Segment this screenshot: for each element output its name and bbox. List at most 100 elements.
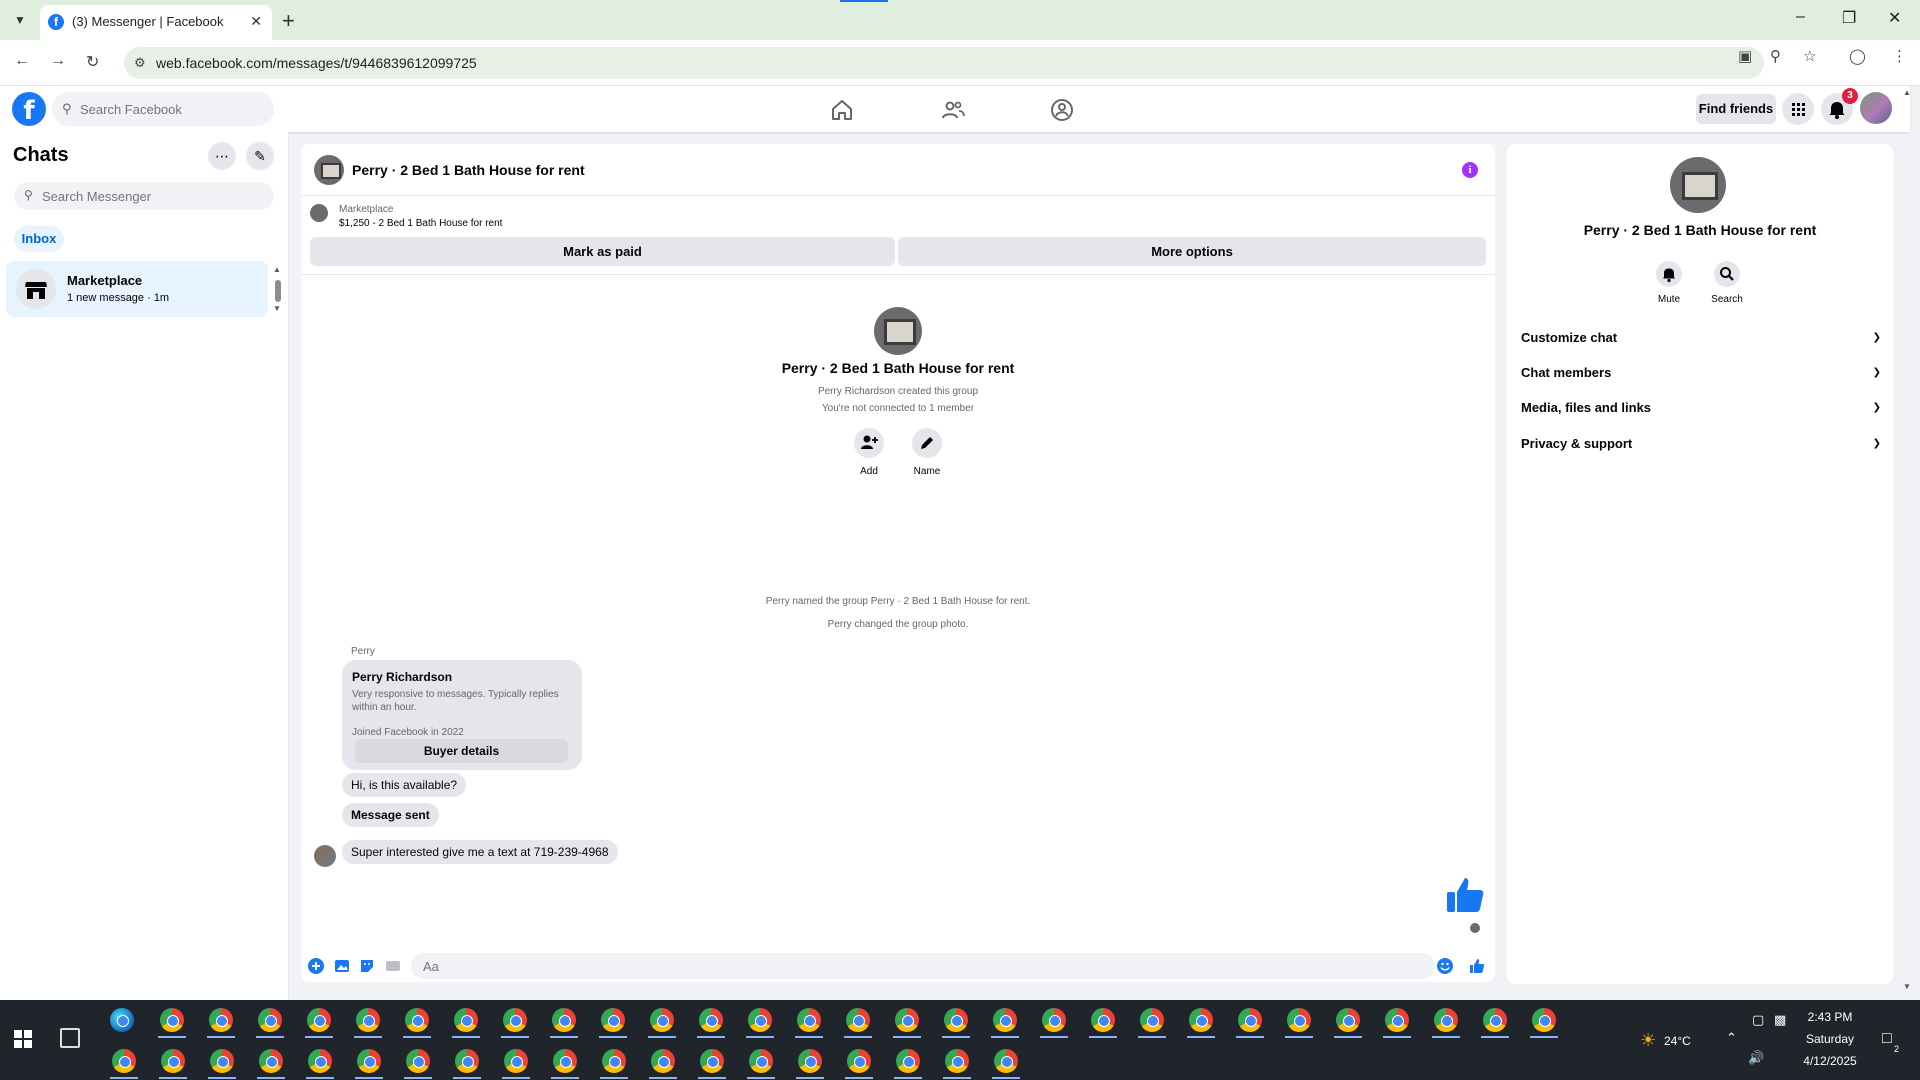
temperature[interactable]: 24°C bbox=[1664, 1034, 1691, 1048]
chrome-profile-icon[interactable] bbox=[748, 1008, 772, 1032]
messenger-search-input[interactable] bbox=[42, 187, 262, 205]
chrome-profile-icon[interactable] bbox=[896, 1049, 920, 1073]
chrome-profile-icon[interactable] bbox=[504, 1049, 528, 1073]
chrome-profile-icon[interactable] bbox=[797, 1008, 821, 1032]
chrome-profile-icon[interactable] bbox=[1532, 1008, 1556, 1032]
chrome-profile-icon[interactable] bbox=[847, 1049, 871, 1073]
windows-start-icon[interactable] bbox=[14, 1030, 32, 1048]
menu-button[interactable] bbox=[1782, 93, 1814, 125]
chrome-profile-icon[interactable] bbox=[258, 1008, 282, 1032]
chrome-profile-icon[interactable] bbox=[1189, 1008, 1213, 1032]
media-files-links-section[interactable]: Media, files and links ❯ bbox=[1521, 396, 1881, 420]
message-bubble[interactable]: Super interested give me a text at 719-2… bbox=[342, 840, 618, 864]
chrome-profile-icon[interactable] bbox=[601, 1008, 625, 1032]
home-icon[interactable] bbox=[830, 98, 854, 122]
customize-chat-section[interactable]: Customize chat ❯ bbox=[1521, 326, 1881, 350]
groups-icon[interactable] bbox=[1050, 98, 1074, 122]
send-like-icon[interactable] bbox=[1469, 958, 1485, 974]
scroll-up-arrow-icon[interactable]: ▲ bbox=[273, 265, 281, 274]
mute-button[interactable] bbox=[1656, 261, 1682, 287]
facebook-logo-icon[interactable]: f bbox=[12, 92, 46, 126]
gif-icon[interactable] bbox=[385, 958, 401, 974]
chrome-profile-icon[interactable] bbox=[749, 1049, 773, 1073]
chrome-profile-icon[interactable] bbox=[455, 1049, 479, 1073]
chrome-profile-icon[interactable] bbox=[1336, 1008, 1360, 1032]
inbox-filter-tab[interactable]: Inbox bbox=[14, 226, 64, 252]
chrome-profile-icon[interactable] bbox=[1483, 1008, 1507, 1032]
new-message-button[interactable]: ✎ bbox=[246, 142, 274, 170]
friends-icon[interactable] bbox=[941, 98, 965, 122]
chrome-profile-icon[interactable] bbox=[454, 1008, 478, 1032]
profile-icon[interactable]: ◯ bbox=[1849, 47, 1866, 65]
url-omnibox[interactable]: ⚙ web.facebook.com/messages/t/9446839612… bbox=[124, 47, 1764, 79]
chrome-profile-icon[interactable] bbox=[1091, 1008, 1115, 1032]
message-bubble[interactable]: Message sent bbox=[342, 803, 439, 827]
chrome-profile-icon[interactable] bbox=[700, 1049, 724, 1073]
chrome-profile-icon[interactable] bbox=[357, 1049, 381, 1073]
minimize-button[interactable]: – bbox=[1796, 8, 1805, 26]
buyer-details-button[interactable]: Buyer details bbox=[355, 739, 568, 763]
notification-center-icon[interactable]: □ bbox=[1882, 1030, 1892, 1048]
page-scroll-down-icon[interactable]: ▼ bbox=[1903, 982, 1911, 991]
more-options-button[interactable]: More options bbox=[898, 237, 1486, 266]
emoji-icon[interactable] bbox=[1437, 958, 1453, 974]
chrome-profile-icon[interactable] bbox=[160, 1008, 184, 1032]
group-avatar[interactable] bbox=[314, 155, 344, 185]
bookmark-star-icon[interactable]: ☆ bbox=[1803, 47, 1816, 65]
listing-title[interactable]: $1,250 - 2 Bed 1 Bath House for rent bbox=[339, 218, 502, 229]
search-in-chat-button[interactable] bbox=[1714, 261, 1740, 287]
messenger-search[interactable]: ⚲ bbox=[14, 182, 274, 210]
chrome-profile-icon[interactable] bbox=[356, 1008, 380, 1032]
chrome-profile-icon[interactable] bbox=[210, 1049, 234, 1073]
browser-tab[interactable]: f (3) Messenger | Facebook ✕ bbox=[40, 5, 272, 40]
photo-icon[interactable] bbox=[334, 958, 350, 974]
clock-date[interactable]: 4/12/2025 bbox=[1800, 1054, 1860, 1068]
zoom-icon[interactable]: ⚲ bbox=[1770, 47, 1781, 65]
chrome-profile-icon[interactable] bbox=[308, 1049, 332, 1073]
chrome-profile-icon[interactable] bbox=[553, 1049, 577, 1073]
message-bubble[interactable]: Hi, is this available? bbox=[342, 773, 467, 797]
chrome-profile-icon[interactable] bbox=[405, 1008, 429, 1032]
chat-options-button[interactable]: ⋯ bbox=[208, 142, 236, 170]
site-settings-icon[interactable]: ⚙ bbox=[134, 55, 146, 71]
chrome-profile-icon[interactable] bbox=[798, 1049, 822, 1073]
chrome-profile-icon[interactable] bbox=[651, 1049, 675, 1073]
chrome-profile-icon[interactable] bbox=[1140, 1008, 1164, 1032]
account-avatar[interactable] bbox=[1860, 92, 1892, 124]
chrome-profile-icon[interactable] bbox=[1287, 1008, 1311, 1032]
add-member-button[interactable] bbox=[854, 428, 884, 458]
chrome-profile-icon[interactable] bbox=[209, 1008, 233, 1032]
install-app-icon[interactable]: ▣ bbox=[1738, 47, 1752, 65]
message-input[interactable] bbox=[411, 953, 1435, 979]
network-icon[interactable]: ▩ bbox=[1774, 1012, 1786, 1028]
chrome-profile-icon[interactable] bbox=[945, 1049, 969, 1073]
find-friends-button[interactable]: Find friends bbox=[1696, 94, 1776, 124]
new-tab-button[interactable]: + bbox=[282, 8, 295, 34]
weather-icon[interactable]: ☀ bbox=[1640, 1030, 1656, 1051]
chrome-profile-icon[interactable] bbox=[993, 1008, 1017, 1032]
reload-icon[interactable]: ↻ bbox=[86, 52, 99, 72]
chat-title[interactable]: Perry · 2 Bed 1 Bath House for rent bbox=[352, 162, 585, 178]
chrome-profile-icon[interactable] bbox=[1385, 1008, 1409, 1032]
privacy-support-section[interactable]: Privacy & support ❯ bbox=[1521, 432, 1881, 456]
plus-circle-icon[interactable] bbox=[308, 958, 324, 974]
chrome-profile-icon[interactable] bbox=[161, 1049, 185, 1073]
chat-members-section[interactable]: Chat members ❯ bbox=[1521, 361, 1881, 385]
sender-avatar[interactable] bbox=[314, 845, 336, 867]
chrome-profile-icon[interactable] bbox=[895, 1008, 919, 1032]
restore-button[interactable]: ❐ bbox=[1842, 8, 1856, 28]
group-photo-large[interactable] bbox=[1670, 157, 1726, 213]
page-scroll-up-icon[interactable]: ▲ bbox=[1903, 88, 1911, 97]
chrome-profile-icon[interactable] bbox=[699, 1008, 723, 1032]
clock-time[interactable]: 2:43 PM bbox=[1800, 1010, 1860, 1024]
meet-icon[interactable]: ▢ bbox=[1752, 1012, 1764, 1028]
close-window-button[interactable]: ✕ bbox=[1888, 8, 1901, 28]
volume-icon[interactable]: 🔊 bbox=[1748, 1050, 1764, 1066]
thumbs-up-sticker-icon[interactable] bbox=[1444, 874, 1486, 916]
back-icon[interactable]: ← bbox=[14, 52, 30, 70]
facebook-search-input[interactable] bbox=[80, 99, 266, 119]
mark-as-paid-button[interactable]: Mark as paid bbox=[310, 237, 895, 266]
chrome-profile-icon[interactable] bbox=[994, 1049, 1018, 1073]
chrome-profile-icon[interactable] bbox=[552, 1008, 576, 1032]
chrome-profile-icon[interactable] bbox=[1238, 1008, 1262, 1032]
